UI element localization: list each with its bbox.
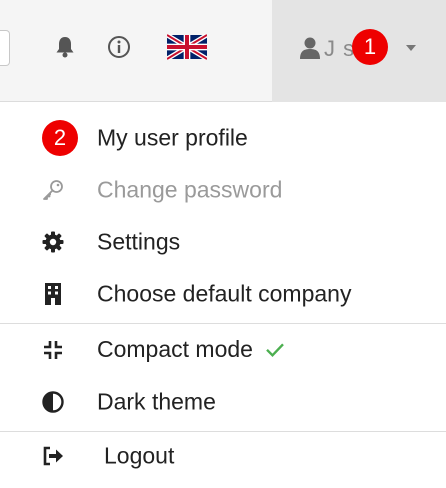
building-icon: [42, 283, 64, 305]
chevron-down-icon: [406, 45, 416, 51]
menu-item-label: Logout: [104, 442, 175, 469]
menu-item-label: Dark theme: [97, 388, 216, 415]
compress-icon: [42, 339, 64, 361]
user-name: J s: [324, 36, 356, 61]
user-icon: [300, 36, 320, 65]
menu-item-label: Compact mode: [97, 336, 285, 364]
user-dropdown-menu: My user profile 2 Change password Settin…: [0, 102, 446, 488]
sign-out-icon: [42, 445, 64, 467]
step-badge-2: 2: [42, 120, 78, 156]
menu-item-compact-mode[interactable]: Compact mode: [0, 324, 446, 376]
menu-item-label: Settings: [97, 228, 181, 255]
search-input[interactable]: [0, 30, 10, 66]
menu-item-label: Choose default company: [97, 280, 352, 307]
menu-item-label: My user profile: [97, 124, 248, 151]
gear-icon: [42, 231, 64, 253]
menu-item-label: Change password: [97, 176, 283, 203]
step-badge-1: 1: [352, 29, 388, 65]
uk-flag-icon[interactable]: [165, 30, 209, 64]
menu-item-choose-default-company[interactable]: Choose default company: [0, 268, 446, 320]
info-icon[interactable]: [102, 30, 136, 64]
top-bar: J s 1: [0, 0, 446, 102]
menu-item-change-password: Change password: [0, 164, 446, 216]
menu-item-dark-theme[interactable]: Dark theme: [0, 376, 446, 428]
checkmark-icon: [265, 337, 285, 364]
compact-mode-text: Compact mode: [97, 335, 253, 362]
menu-item-settings[interactable]: Settings: [0, 216, 446, 268]
key-icon: [42, 179, 64, 201]
menu-item-logout[interactable]: Logout: [0, 430, 446, 482]
half-circle-icon: [42, 391, 64, 413]
bell-icon[interactable]: [48, 30, 82, 64]
